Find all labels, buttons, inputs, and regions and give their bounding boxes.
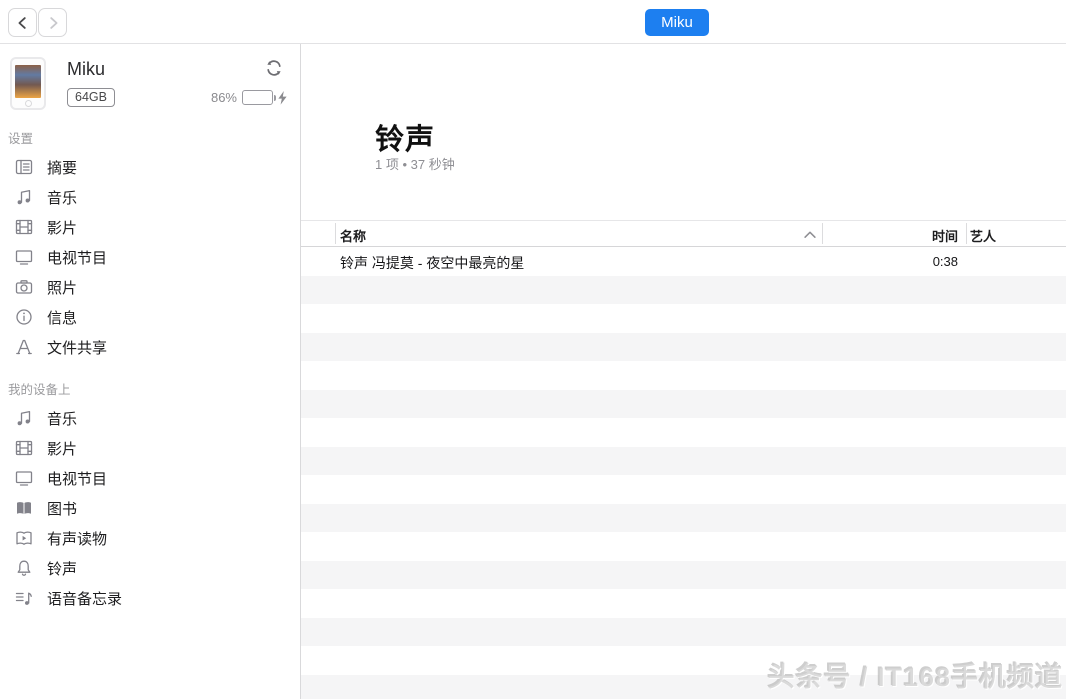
toolbar: Miku [0,0,1066,44]
sidebar-item-movies[interactable]: 影片 [0,212,301,242]
sort-ascending-icon [804,231,816,239]
sidebar-item-summary[interactable]: 摘要 [0,152,301,182]
sidebar-item-device-music[interactable]: 音乐 [0,403,301,433]
sidebar-section-on-my-device: 我的设备上 [8,379,71,398]
battery-status: 86% [211,90,287,105]
table-header: 名称 时间 艺人 [301,220,1066,247]
column-header-artist[interactable]: 艺人 [970,226,996,245]
sidebar-item-device-tv-shows[interactable]: 电视节目 [0,463,301,493]
back-button[interactable] [8,8,37,37]
sidebar-item-device-movies[interactable]: 影片 [0,433,301,463]
sidebar-item-tones[interactable]: 铃声 [0,553,301,583]
capacity-badge: 64GB [67,88,115,107]
page-title: 铃声 [375,116,435,158]
column-header-name[interactable]: 名称 [340,226,366,245]
audiobooks-icon [14,528,34,548]
sidebar-item-voice-memos[interactable]: 语音备忘录 [0,583,301,613]
page-subtitle: 1 项 • 37 秒钟 [375,154,455,173]
device-thumbnail[interactable] [10,57,46,110]
column-divider [335,223,336,244]
sidebar-item-music[interactable]: 音乐 [0,182,301,212]
device-name: Miku [67,59,105,80]
movies-icon [14,217,34,237]
summary-icon [14,157,34,177]
photos-icon [14,277,34,297]
table-row[interactable]: 铃声 冯提莫 - 夜空中最亮的星 0:38 [301,247,1066,276]
column-divider [966,223,967,244]
charging-bolt-icon [278,91,287,105]
track-time: 0:38 [933,254,958,269]
sidebar-item-books[interactable]: 图书 [0,493,301,523]
sync-icon[interactable] [264,58,284,78]
tv-icon [14,247,34,267]
battery-percent: 86% [211,90,237,105]
file-sharing-icon [14,337,34,357]
sidebar-item-tv-shows[interactable]: 电视节目 [0,242,301,272]
sidebar-item-audiobooks[interactable]: 有声读物 [0,523,301,553]
tv-icon [14,468,34,488]
forward-button[interactable] [38,8,67,37]
sidebar-item-photos[interactable]: 照片 [0,272,301,302]
empty-rows-area [301,276,1066,699]
music-icon [14,408,34,428]
sidebar-section-settings: 设置 [8,128,33,147]
info-icon [14,307,34,327]
movies-icon [14,438,34,458]
chevron-left-icon [14,14,32,32]
books-icon [14,498,34,518]
sidebar-settings-list: 摘要 音乐 影片 电视节目 照片 信息 [0,152,301,362]
sidebar: Miku 64GB 86% 设置 摘要 音乐 影片 [0,44,301,699]
tones-icon [14,558,34,578]
main-content: 铃声 1 项 • 37 秒钟 名称 时间 艺人 铃声 冯提莫 - 夜空中最亮的星… [301,44,1066,699]
sidebar-item-file-sharing[interactable]: 文件共享 [0,332,301,362]
device-screen-image [15,65,41,98]
voice-memos-icon [14,588,34,608]
chevron-right-icon [44,14,62,32]
device-tab-button[interactable]: Miku [645,9,709,36]
itunes-window: Miku Miku 64GB 86% 设置 摘要 [0,0,1066,699]
sidebar-item-info[interactable]: 信息 [0,302,301,332]
home-button-dot [25,100,32,107]
column-header-time[interactable]: 时间 [932,226,958,245]
battery-icon [242,90,273,105]
column-divider [822,223,823,244]
music-icon [14,187,34,207]
track-name: 铃声 冯提莫 - 夜空中最亮的星 [340,253,524,273]
sidebar-device-list: 音乐 影片 电视节目 图书 有声读物 铃声 [0,403,301,613]
